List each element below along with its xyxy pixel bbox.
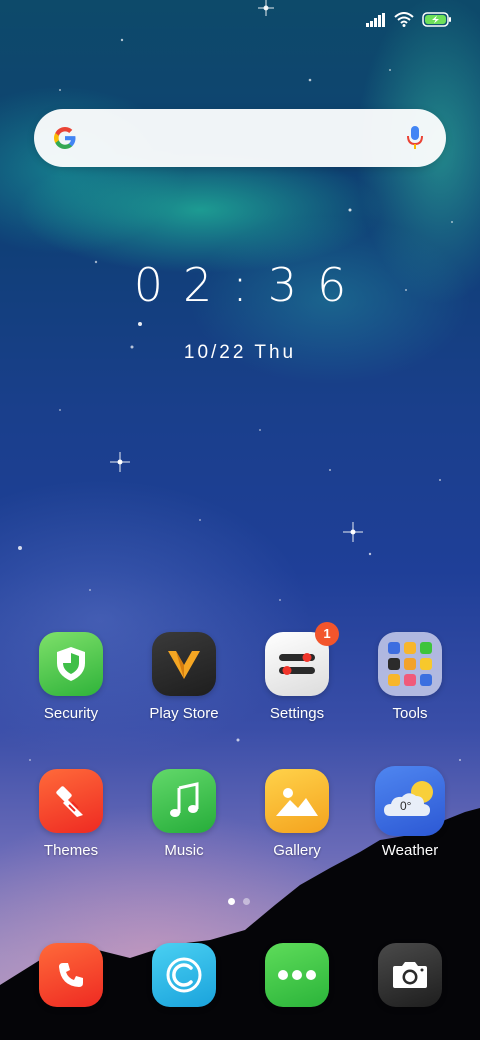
- app-play-store[interactable]: Play Store: [129, 632, 239, 722]
- shield-icon: [39, 632, 103, 696]
- page-dot[interactable]: [243, 898, 250, 905]
- weather-temp: 0°: [400, 799, 412, 813]
- phone-icon: [39, 943, 103, 1007]
- dock-phone[interactable]: [16, 943, 126, 1007]
- page-indicator: [228, 898, 250, 905]
- google-g-icon: [54, 127, 76, 149]
- camera-icon: [378, 943, 442, 1007]
- dock-browser[interactable]: [129, 943, 239, 1007]
- music-note-icon: [152, 769, 216, 833]
- messages-dots-icon: [265, 943, 329, 1007]
- battery-charging-icon: [422, 12, 451, 27]
- app-label: Security: [43, 705, 99, 722]
- microphone-icon[interactable]: [406, 125, 424, 151]
- app-label: Settings: [269, 705, 325, 722]
- app-label: Weather: [381, 842, 439, 859]
- google-search-bar[interactable]: [34, 109, 446, 167]
- status-bar: [366, 12, 452, 27]
- app-label: Tools: [392, 705, 428, 722]
- app-label: Gallery: [273, 842, 321, 859]
- notification-badge: 1: [315, 622, 339, 646]
- page-dot-active[interactable]: [228, 898, 235, 905]
- app-label: Play Store: [149, 705, 219, 722]
- dock-camera[interactable]: [355, 943, 465, 1007]
- clock-time[interactable]: 02:36: [0, 258, 480, 312]
- app-label: Music: [164, 842, 204, 859]
- paintbrush-icon: [39, 769, 103, 833]
- clock-date[interactable]: 10/22 Thu: [0, 342, 480, 364]
- dock-messages[interactable]: [242, 943, 352, 1007]
- app-settings[interactable]: 1 Settings: [242, 622, 352, 722]
- app-music[interactable]: Music: [129, 769, 239, 859]
- browser-icon: [152, 943, 216, 1007]
- play-store-v-icon: [152, 632, 216, 696]
- app-security[interactable]: Security: [16, 632, 126, 722]
- app-label: Themes: [43, 842, 99, 859]
- app-themes[interactable]: Themes: [16, 769, 126, 859]
- wifi-icon: [394, 12, 414, 27]
- app-gallery[interactable]: Gallery: [242, 769, 352, 859]
- folder-icon: [378, 632, 442, 696]
- app-weather[interactable]: 0° Weather: [355, 766, 465, 859]
- app-tools-folder[interactable]: Tools: [355, 632, 465, 722]
- cloud-sun-icon: 0°: [375, 766, 445, 836]
- toggle-sliders-icon: 1: [265, 622, 339, 696]
- mountain-sun-icon: [265, 769, 329, 833]
- signal-icon: [366, 12, 385, 27]
